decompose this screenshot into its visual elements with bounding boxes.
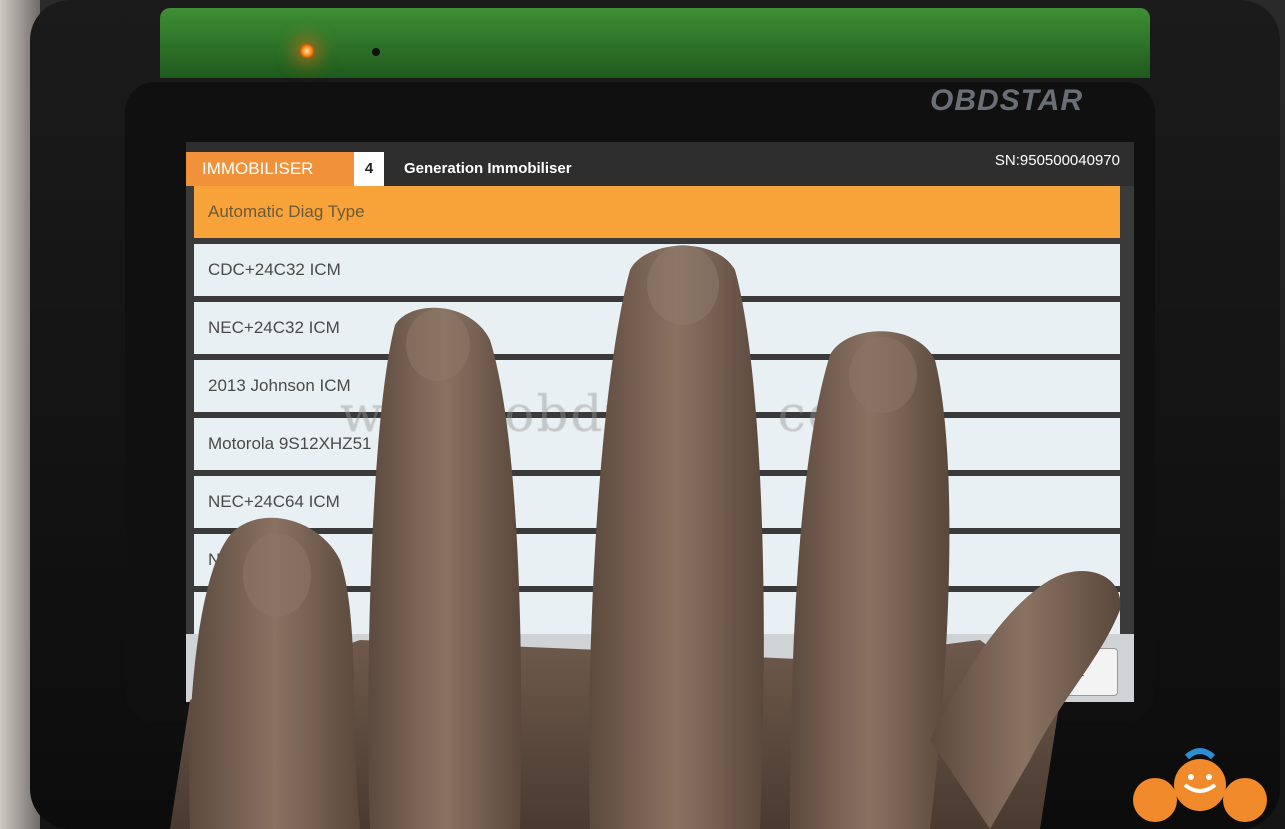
list-item-cdc-24c32-icm[interactable]: CDC+24C32 ICM <box>194 244 1120 296</box>
watermark-text: www. obdii365. com <box>340 385 890 443</box>
list-item-partial-1[interactable]: NE <box>194 534 1120 586</box>
bottom-bar: OK <box>186 634 1134 702</box>
power-led-icon <box>300 44 314 58</box>
camera-icon <box>372 48 380 56</box>
step-number: 4 <box>354 152 384 186</box>
list-item-nec-24c64-icm[interactable]: NEC+24C64 ICM <box>194 476 1120 528</box>
title-bar: IMMOBILISER 4 Generation Immobiliser SN:… <box>186 142 1134 186</box>
list-item-automatic-diag-type[interactable]: Automatic Diag Type <box>194 186 1120 238</box>
ok-button[interactable]: OK <box>1026 648 1118 696</box>
immobiliser-tab[interactable]: IMMOBILISER <box>186 152 354 186</box>
list-item-nec-24c32-icm[interactable]: NEC+24C32 ICM <box>194 302 1120 354</box>
photo-background: OBDSTAR IMMOBILISER 4 Generation Immobil… <box>0 0 1285 829</box>
page-title: Generation Immobiliser <box>404 160 572 177</box>
brand-logo: OBDSTAR <box>930 84 1084 117</box>
list-item-partial-2[interactable]: N <box>194 592 1120 634</box>
serial-number: SN:950500040970 <box>994 152 1120 169</box>
device-green-edge <box>160 8 1150 78</box>
watermark-logo-icon <box>1133 748 1267 822</box>
